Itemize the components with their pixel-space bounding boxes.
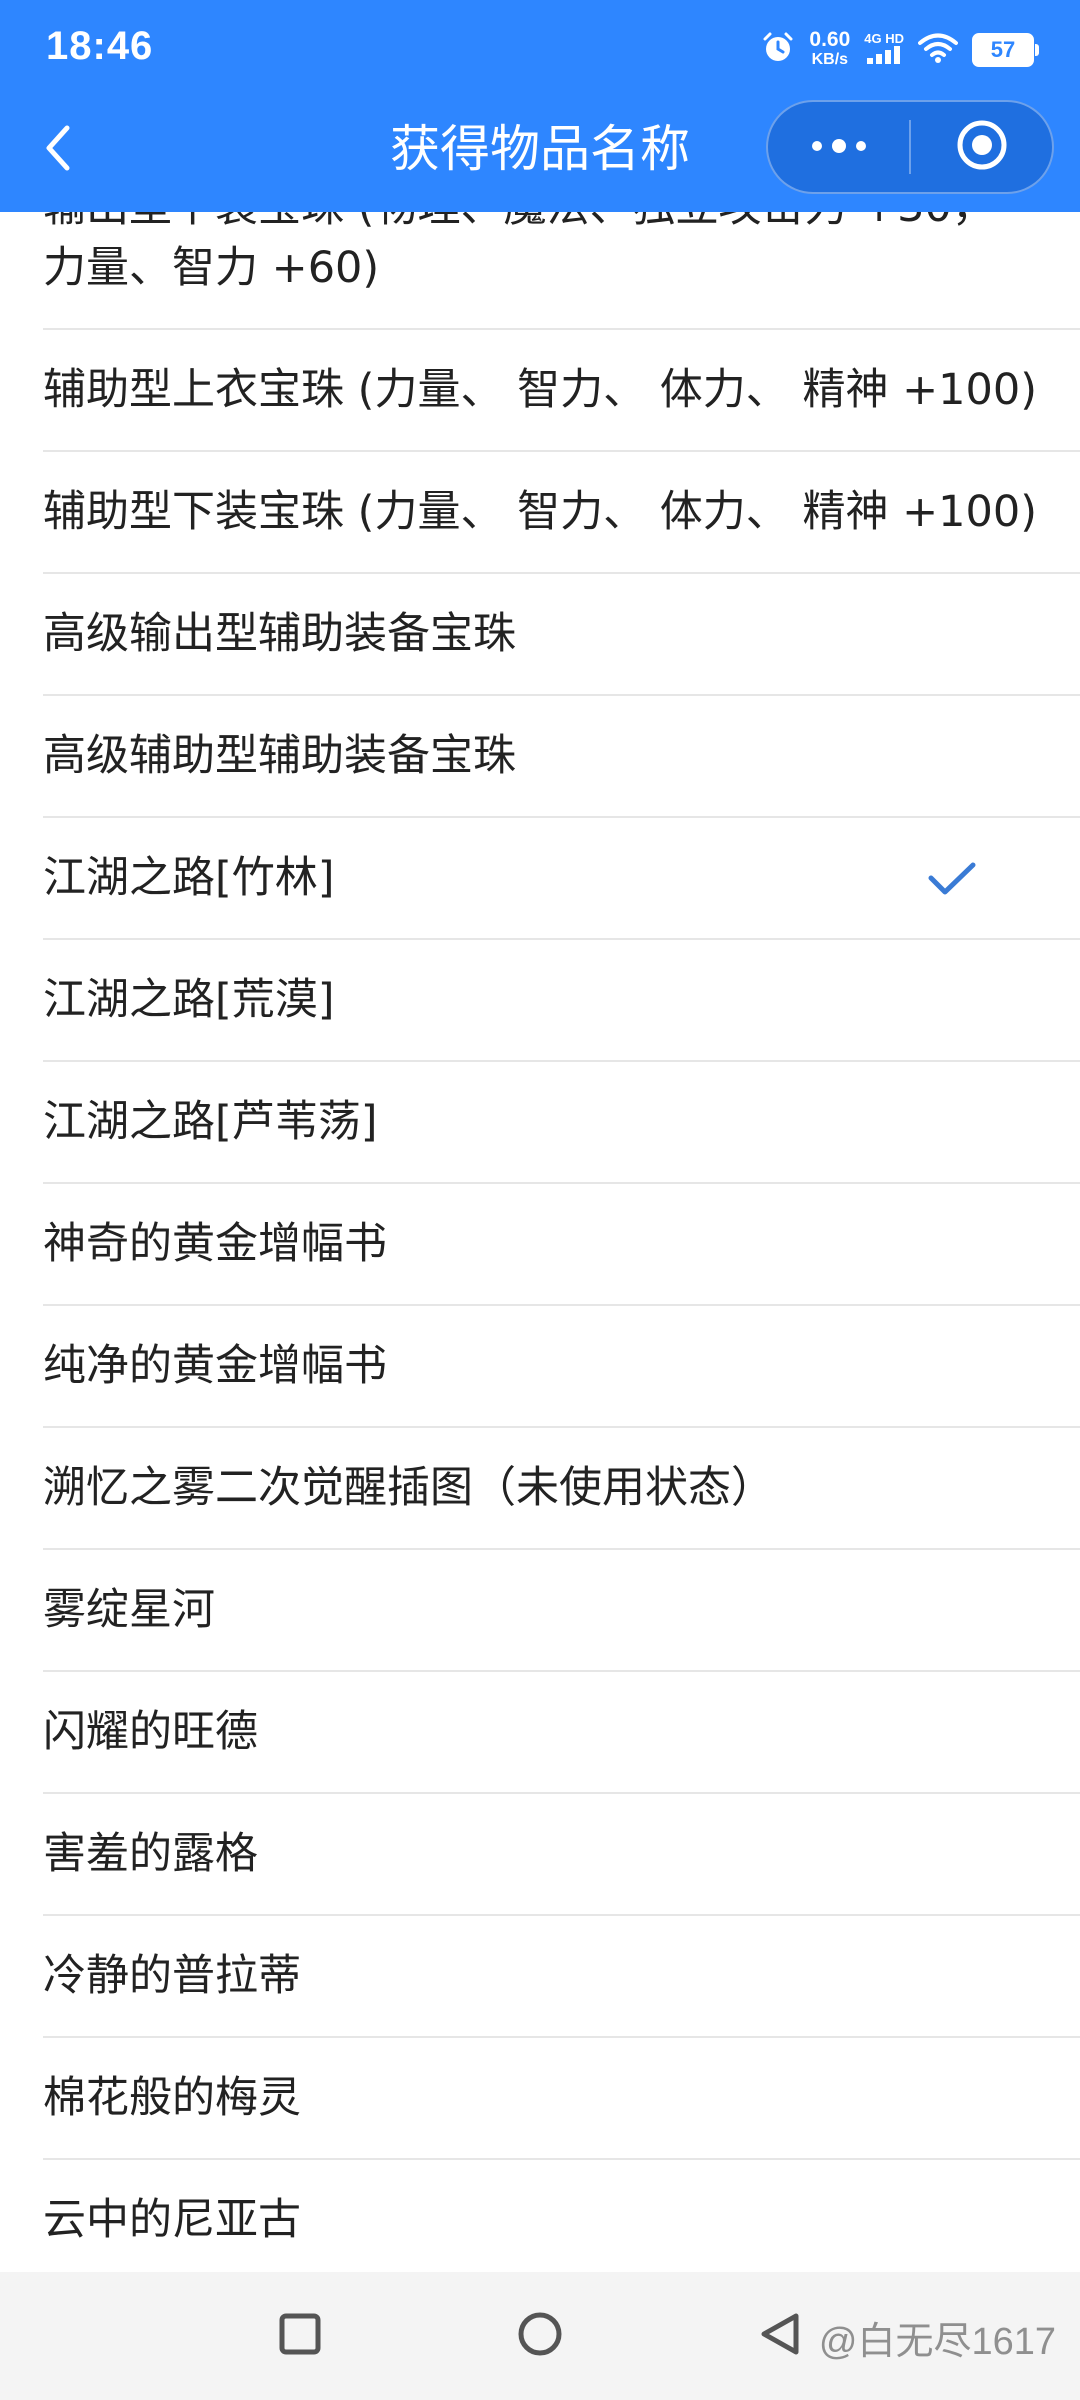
target-circle-icon	[955, 118, 1009, 176]
more-button[interactable]	[768, 102, 909, 192]
back-icon	[758, 2312, 802, 2360]
list-item-selected[interactable]: 江湖之路[竹林]	[43, 818, 1080, 940]
close-mini-program-button[interactable]	[911, 102, 1052, 192]
list-item-label-line2: 力量、智力 +60)	[43, 243, 380, 293]
list-item[interactable]: 云中的尼亚古	[43, 2160, 1080, 2282]
list-item-label: 高级输出型辅助装备宝珠	[43, 608, 516, 659]
network-type: 4G HD	[864, 31, 904, 46]
title-bar: 获得物品名称	[0, 100, 1080, 212]
list-item[interactable]: 高级输出型辅助装备宝珠	[43, 574, 1080, 696]
net-speed-value: 0.60	[809, 28, 851, 51]
home-button[interactable]	[504, 2300, 576, 2372]
status-bar: 18:46 0.60 KB/s 4G HD 57	[0, 0, 1080, 100]
recent-apps-icon	[279, 2313, 321, 2359]
network-indicator: 4G HD	[864, 32, 904, 68]
list-item[interactable]: 高级辅助型辅助装备宝珠	[43, 696, 1080, 818]
list-item-label: 辅助型上衣宝珠 (力量、 智力、 体力、 精神 +100)	[43, 364, 1037, 415]
list-item-label: 纯净的黄金增幅书	[43, 1340, 387, 1391]
alarm-icon	[761, 31, 795, 69]
net-speed: 0.60 KB/s	[809, 28, 851, 70]
app-header: 18:46 0.60 KB/s 4G HD 57 获得物品名称	[0, 0, 1080, 212]
home-icon	[517, 2311, 563, 2361]
list-item[interactable]: 辅助型上衣宝珠 (力量、 智力、 体力、 精神 +100)	[43, 330, 1080, 452]
list-item[interactable]: 害羞的露格	[43, 1794, 1080, 1916]
list-item[interactable]: 江湖之路[荒漠]	[43, 940, 1080, 1062]
list-item-label: 辅助型下装宝珠 (力量、 智力、 体力、 精神 +100)	[43, 486, 1037, 537]
list-item[interactable]: 棉花般的梅灵	[43, 2038, 1080, 2160]
signal-icon	[866, 46, 902, 68]
list-item[interactable]: 纯净的黄金增幅书	[43, 1306, 1080, 1428]
watermark: @白无尽1617	[818, 2321, 1056, 2363]
more-dots-icon	[809, 138, 869, 157]
item-list: 输出型下装宝珠 (物理、魔法、独立攻击力 +30， 力量、智力 +60) 辅助型…	[0, 160, 1080, 2282]
list-item[interactable]: 辅助型下装宝珠 (力量、 智力、 体力、 精神 +100)	[43, 452, 1080, 574]
list-item-label: 闪耀的旺德	[43, 1706, 258, 1757]
list-item-label: 江湖之路[芦苇荡]	[43, 1096, 378, 1147]
list-item[interactable]: 溯忆之雾二次觉醒插图（未使用状态）	[43, 1428, 1080, 1550]
list-item[interactable]: 雾绽星河	[43, 1550, 1080, 1672]
back-nav-button[interactable]	[744, 2300, 816, 2372]
list-item-label: 冷静的普拉蒂	[43, 1950, 301, 2001]
list-item[interactable]: 神奇的黄金增幅书	[43, 1184, 1080, 1306]
list-item-label: 害羞的露格	[43, 1828, 258, 1879]
recent-apps-button[interactable]	[264, 2300, 336, 2372]
list-item[interactable]: 闪耀的旺德	[43, 1672, 1080, 1794]
status-icons: 0.60 KB/s 4G HD 57	[761, 26, 1039, 74]
list-item-label: 江湖之路[荒漠]	[43, 974, 335, 1025]
battery-icon: 57	[972, 33, 1039, 67]
list-item[interactable]: 江湖之路[芦苇荡]	[43, 1062, 1080, 1184]
list-item-label: 江湖之路[竹林]	[43, 852, 335, 903]
system-nav-bar: @白无尽1617	[0, 2272, 1080, 2400]
list-item[interactable]: 冷静的普拉蒂	[43, 1916, 1080, 2038]
list-item-label: 高级辅助型辅助装备宝珠	[43, 730, 516, 781]
list-item-label: 雾绽星河	[43, 1584, 215, 1635]
check-icon	[927, 860, 977, 902]
battery-level: 57	[990, 37, 1016, 62]
list-item-label: 神奇的黄金增幅书	[43, 1218, 387, 1269]
list-item-label: 棉花般的梅灵	[43, 2072, 301, 2123]
list-item-label: 溯忆之雾二次觉醒插图（未使用状态）	[43, 1462, 774, 1513]
status-time: 18:46	[46, 24, 154, 68]
mini-program-capsule	[766, 100, 1054, 194]
list-item-label: 云中的尼亚古	[43, 2194, 301, 2245]
wifi-icon	[918, 32, 958, 68]
net-speed-unit: KB/s	[811, 51, 849, 68]
